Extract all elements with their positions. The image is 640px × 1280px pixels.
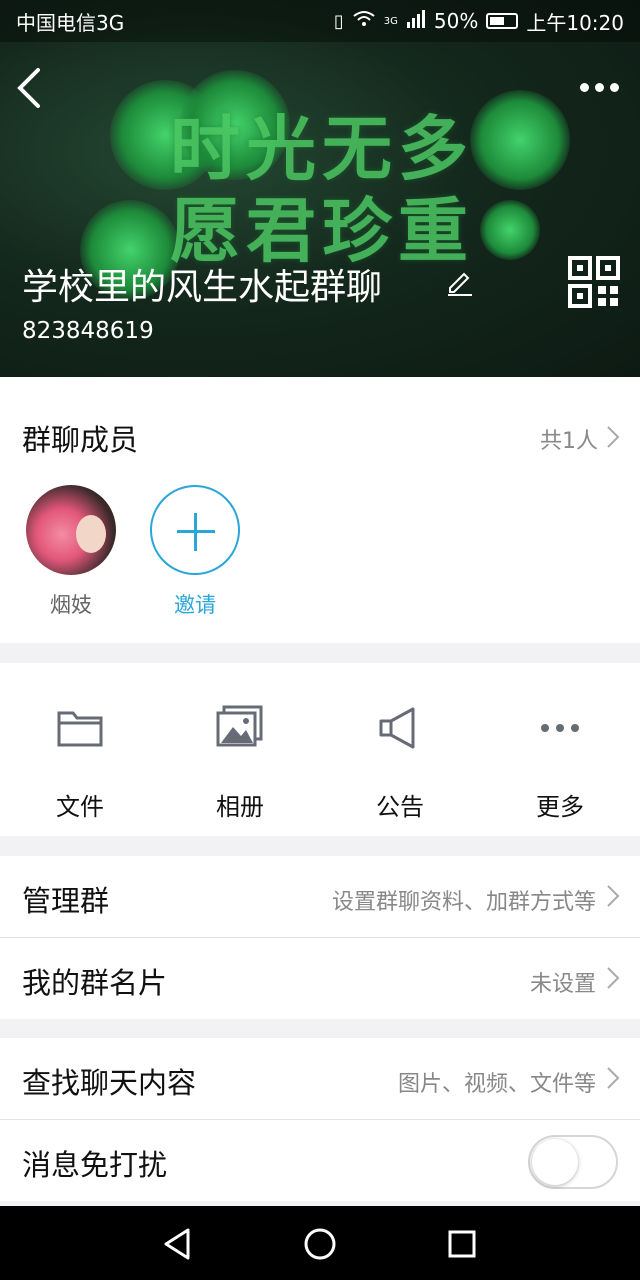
plus-icon xyxy=(194,513,197,551)
announcement-label: 公告 xyxy=(376,793,424,821)
megaphone-icon xyxy=(379,707,415,749)
members-count-link[interactable]: 共1人 xyxy=(540,423,598,455)
avatar[interactable] xyxy=(26,485,116,575)
folder-icon xyxy=(57,711,103,747)
group-card-row[interactable]: 我的群名片 未设置 xyxy=(0,938,640,1019)
signal-icon xyxy=(406,9,426,33)
group-name: 学校里的风生水起群聊 xyxy=(22,267,383,308)
announcement-button[interactable]: 公告 xyxy=(320,663,480,836)
album-label: 相册 xyxy=(216,793,264,821)
chevron-left-icon xyxy=(17,68,40,108)
more-dot xyxy=(595,82,604,92)
search-chat-label: 查找聊天内容 xyxy=(22,1066,197,1100)
more-dot xyxy=(610,82,619,92)
chevron-right-icon xyxy=(607,885,620,907)
flower-decoration xyxy=(480,200,540,260)
qr-code-icon xyxy=(568,256,620,308)
nav-home-icon[interactable] xyxy=(300,1224,340,1264)
battery-icon xyxy=(486,13,519,29)
more-dot xyxy=(580,82,589,92)
files-label: 文件 xyxy=(56,793,104,821)
edit-group-name-button[interactable] xyxy=(446,268,474,296)
nav-back-icon[interactable] xyxy=(158,1224,198,1264)
system-navigation-bar xyxy=(0,1206,640,1280)
invite-button[interactable] xyxy=(150,485,240,575)
mute-label: 消息免打扰 xyxy=(22,1148,168,1182)
group-actions: 文件 相册 公告 更多 xyxy=(0,663,640,836)
more-actions-label: 更多 xyxy=(536,793,584,821)
banner-line-1: 时光无多 xyxy=(170,107,474,190)
group-card-value: 未设置 xyxy=(529,972,596,997)
mute-row: 消息免打扰 xyxy=(0,1120,640,1201)
manage-group-label: 管理群 xyxy=(22,884,110,918)
carrier-label: 中国电信3G xyxy=(16,10,125,35)
more-actions-button[interactable]: 更多 xyxy=(480,663,640,836)
toggle-knob xyxy=(532,1139,578,1185)
invite-label: 邀请 xyxy=(174,593,216,617)
search-chat-hint: 图片、视频、文件等 xyxy=(397,1072,596,1097)
search-chat-row[interactable]: 查找聊天内容 图片、视频、文件等 xyxy=(0,1038,640,1119)
member-name: 烟妓 xyxy=(50,593,92,617)
files-button[interactable]: 文件 xyxy=(0,663,160,836)
pencil-icon xyxy=(448,272,472,296)
wifi-icon xyxy=(352,10,376,33)
album-button[interactable]: 相册 xyxy=(160,663,320,836)
mute-toggle[interactable] xyxy=(528,1135,618,1189)
group-id: 823848619 xyxy=(22,318,154,344)
back-button[interactable] xyxy=(12,66,48,110)
photo-album-icon xyxy=(216,705,263,747)
chevron-right-icon xyxy=(607,967,620,989)
vibrate-icon: ▯ xyxy=(333,10,344,32)
nav-recents-icon[interactable] xyxy=(442,1224,482,1264)
battery-percent: 50% xyxy=(433,9,479,33)
flower-decoration xyxy=(470,90,570,190)
qr-code-button[interactable] xyxy=(568,256,620,308)
banner-artwork-text: 时光无多 愿君珍重 xyxy=(170,108,474,272)
members-title: 群聊成员 xyxy=(22,423,139,457)
more-dots-icon xyxy=(541,724,579,732)
group-card-label: 我的群名片 xyxy=(22,966,168,1000)
manage-group-row[interactable]: 管理群 设置群聊资料、加群方式等 xyxy=(0,856,640,937)
network-type-label: 3G xyxy=(383,15,398,27)
more-options-button[interactable] xyxy=(580,74,626,100)
clock: 上午10:20 xyxy=(526,10,624,35)
chevron-right-icon xyxy=(607,1067,620,1089)
members-section: 群聊成员 共1人 烟妓 邀请 xyxy=(0,377,640,643)
status-bar: 中国电信3G ▯ 3G 50% 上午10:20 xyxy=(0,0,640,42)
chevron-right-icon xyxy=(607,426,620,448)
manage-group-hint: 设置群聊资料、加群方式等 xyxy=(331,890,596,915)
